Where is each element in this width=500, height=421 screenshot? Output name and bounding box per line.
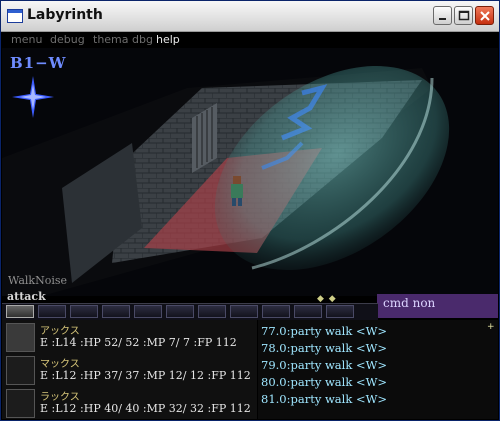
- app-window-icon: [7, 9, 23, 23]
- log-line: 79.0:party walk <W>: [261, 358, 388, 372]
- action-slot-7[interactable]: [198, 305, 226, 318]
- action-icon-bar: [2, 303, 378, 320]
- action-slot-4[interactable]: [102, 305, 130, 318]
- walk-noise-label: WalkNoise: [8, 274, 68, 287]
- party-member[interactable]: ラックス E :L12 :HP 40/ 40 :MP 32/ 32 :FP 11…: [2, 387, 257, 419]
- action-slot-3[interactable]: [70, 305, 98, 318]
- menu-menu[interactable]: menu: [11, 33, 42, 46]
- command-status-panel: cmd non: [377, 294, 498, 318]
- game-window: Labyrinth menu debug thema dbg help B1−W…: [0, 0, 500, 421]
- member-name: マックス: [40, 359, 80, 370]
- log-line: 78.0:party walk <W>: [261, 341, 388, 355]
- menu-thema-dbg[interactable]: thema dbg: [93, 33, 153, 46]
- window-title: Labyrinth: [27, 7, 103, 23]
- menu-help[interactable]: help: [156, 33, 180, 46]
- party-member[interactable]: アックス E :L14 :HP 52/ 52 :MP 7/ 7 :FP 112: [2, 321, 257, 353]
- party-status-panel: アックス E :L14 :HP 52/ 52 :MP 7/ 7 :FP 112 …: [2, 320, 257, 419]
- party-member[interactable]: マックス E :L12 :HP 37/ 37 :MP 12/ 12 :FP 11…: [2, 354, 257, 386]
- member-stats: E :L14 :HP 52/ 52 :MP 7/ 7 :FP 112: [40, 336, 237, 349]
- action-slot-2[interactable]: [38, 305, 66, 318]
- member-portrait: [6, 356, 35, 385]
- action-slot-6[interactable]: [166, 305, 194, 318]
- log-expand-marker[interactable]: +: [487, 322, 495, 332]
- action-slot-5[interactable]: [134, 305, 162, 318]
- member-portrait: [6, 389, 35, 418]
- dungeon-view[interactable]: B1−W WalkNoise: [2, 48, 498, 296]
- minimize-button[interactable]: [433, 6, 452, 25]
- minimize-icon: [439, 18, 446, 20]
- maximize-icon: [458, 10, 470, 21]
- compass-star-icon: [12, 76, 54, 118]
- title-bar[interactable]: Labyrinth: [1, 1, 499, 32]
- member-stats: E :L12 :HP 40/ 40 :MP 32/ 32 :FP 112: [40, 402, 251, 415]
- command-status-text: cmd non: [383, 296, 436, 310]
- dungeon-scene: [2, 65, 450, 296]
- message-log[interactable]: 77.0:party walk <W> 78.0:party walk <W> …: [258, 320, 498, 419]
- close-icon: [480, 11, 490, 21]
- floor-indicator: B1−W: [10, 54, 67, 72]
- log-line: 81.0:party walk <W>: [261, 392, 388, 406]
- action-slot-9[interactable]: [262, 305, 290, 318]
- menu-bar: menu debug thema dbg help: [1, 32, 499, 48]
- close-button[interactable]: [475, 6, 494, 25]
- member-stats: E :L12 :HP 37/ 37 :MP 12/ 12 :FP 112: [40, 369, 251, 382]
- maximize-button[interactable]: [454, 6, 473, 25]
- action-slot-sword[interactable]: [6, 305, 34, 318]
- member-portrait: [6, 323, 35, 352]
- action-slot-10[interactable]: [294, 305, 322, 318]
- member-name: アックス: [40, 326, 80, 337]
- log-line: 80.0:party walk <W>: [261, 375, 388, 389]
- action-slot-11[interactable]: [326, 305, 354, 318]
- command-label: attack: [7, 290, 46, 303]
- action-slot-8[interactable]: [230, 305, 258, 318]
- member-name: ラックス: [40, 392, 80, 403]
- log-line: 77.0:party walk <W>: [261, 324, 388, 338]
- menu-debug[interactable]: debug: [50, 33, 85, 46]
